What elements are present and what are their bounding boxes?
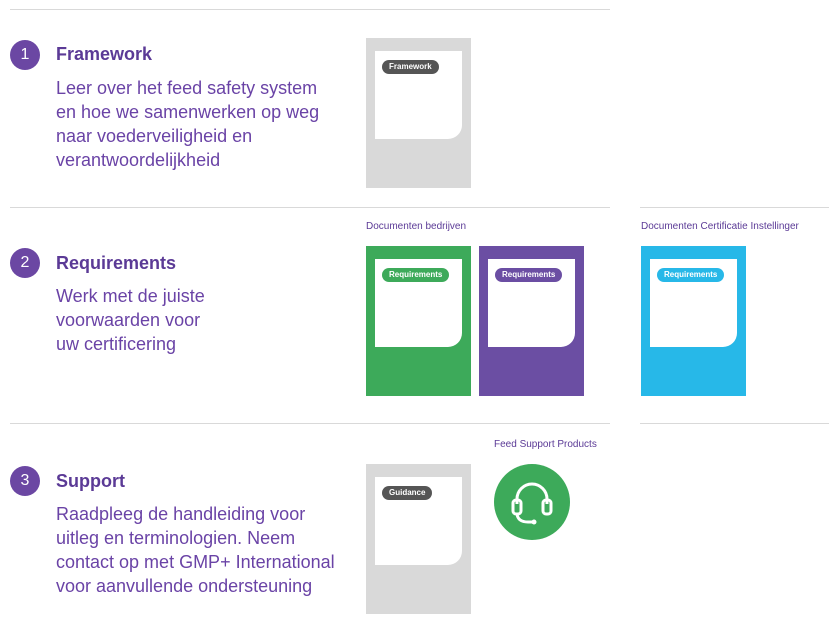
section-title-requirements: Requirements <box>56 253 177 273</box>
step-number-1: 1 <box>10 40 40 70</box>
requirements-card-cyan[interactable]: Requirements <box>641 246 746 396</box>
guidance-card[interactable]: Guidance <box>366 464 471 614</box>
framework-card[interactable]: Framework <box>366 38 471 188</box>
card-tag-requirements: Requirements <box>495 268 563 282</box>
divider-2-right <box>640 423 829 424</box>
card-tag-framework: Framework <box>382 60 439 74</box>
headset-icon <box>511 482 553 525</box>
section-title-framework: Framework <box>56 44 153 64</box>
section-body-requirements: Werk met de juiste voorwaarden voor uw c… <box>56 286 205 354</box>
section-body-support: Raadpleeg de handleiding voor uitleg en … <box>56 504 335 596</box>
step-number-3: 3 <box>10 466 40 496</box>
card-tag-guidance: Guidance <box>382 486 433 500</box>
divider-1 <box>10 207 610 208</box>
card-tag-requirements: Requirements <box>657 268 725 282</box>
section-body-framework: Leer over het feed safety system en hoe … <box>56 78 320 170</box>
card-tag-requirements: Requirements <box>382 268 450 282</box>
caption-documenten-ci: Documenten Certificatie Instellinger <box>641 221 799 232</box>
divider-2 <box>10 423 610 424</box>
divider-1-right <box>640 207 829 208</box>
feed-support-button[interactable] <box>494 464 570 540</box>
requirements-card-purple[interactable]: Requirements <box>479 246 584 396</box>
divider-top <box>10 9 610 10</box>
section-title-support: Support <box>56 471 125 491</box>
caption-feed-support: Feed Support Products <box>494 439 597 450</box>
caption-documenten-bedrijven: Documenten bedrijven <box>366 221 467 232</box>
step-number-2: 2 <box>10 248 40 278</box>
requirements-card-green[interactable]: Requirements <box>366 246 471 396</box>
